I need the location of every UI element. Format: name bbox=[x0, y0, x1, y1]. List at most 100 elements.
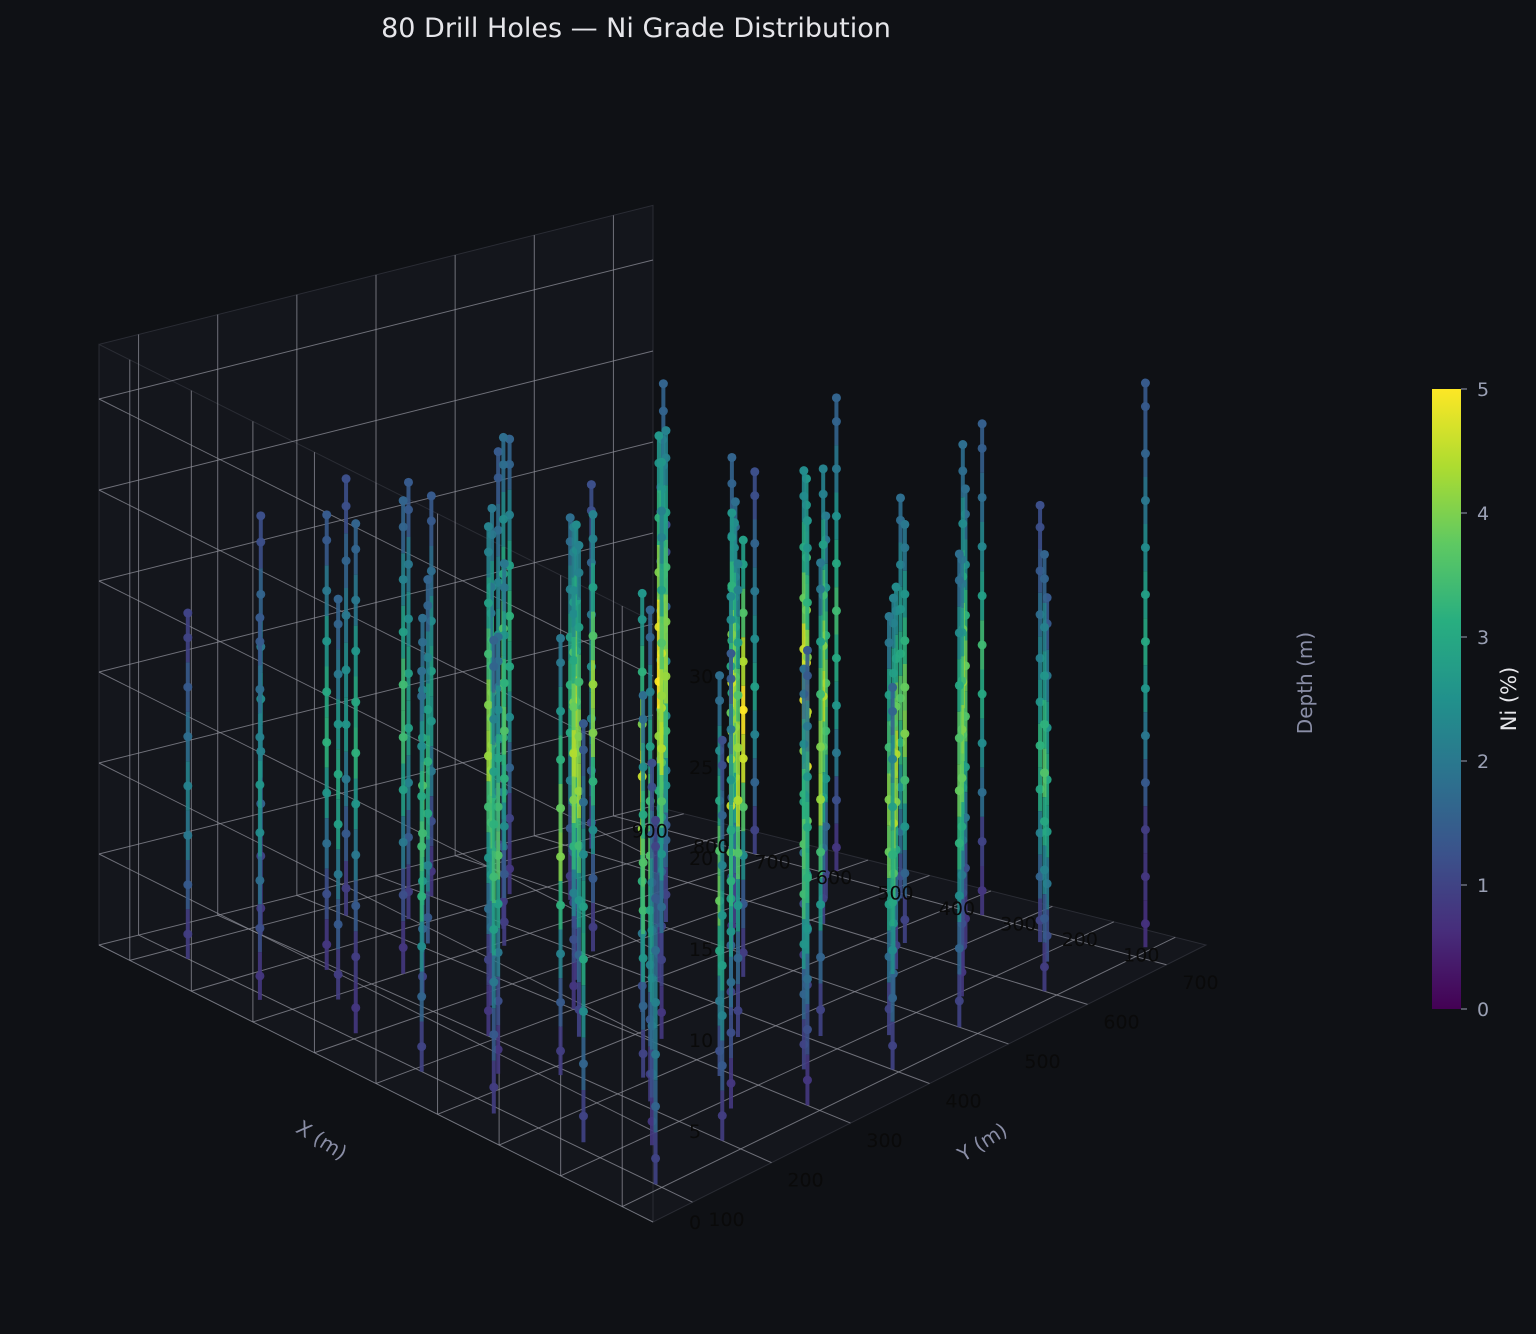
z-tick-label: 25 bbox=[689, 757, 713, 779]
assay-point bbox=[1140, 684, 1150, 694]
drill-hole-3d-scatter-chart: 80 Drill Holes — Ni Grade Distribution 1… bbox=[97, 13, 1521, 1234]
hole-collar-point bbox=[954, 549, 964, 559]
drill-hole bbox=[831, 393, 841, 872]
x-tick-label: 900 bbox=[632, 821, 668, 843]
assay-point bbox=[499, 678, 509, 688]
assay-point bbox=[726, 977, 736, 987]
hole-collar-point bbox=[637, 588, 647, 598]
hole-collar-point bbox=[818, 464, 828, 474]
assay-point bbox=[351, 544, 361, 554]
hole-collar-point bbox=[730, 497, 740, 507]
hole-collar-point bbox=[733, 559, 743, 569]
z-tick-label: 15 bbox=[689, 939, 713, 961]
assay-point bbox=[726, 1078, 736, 1088]
assay-point bbox=[578, 1006, 588, 1016]
assay-point bbox=[556, 852, 566, 862]
assay-point bbox=[556, 900, 566, 910]
assay-point bbox=[802, 1075, 812, 1085]
assay-point bbox=[578, 902, 588, 912]
assay-point bbox=[183, 633, 193, 643]
assay-point bbox=[1140, 637, 1150, 647]
assay-point bbox=[569, 609, 579, 619]
hole-collar-point bbox=[884, 611, 894, 621]
y-tick-label: 600 bbox=[1103, 1011, 1139, 1033]
assay-point bbox=[1039, 622, 1049, 632]
assay-point bbox=[717, 760, 727, 770]
assay-point bbox=[654, 458, 664, 468]
z-tick-label: 0 bbox=[689, 1212, 701, 1234]
assay-point bbox=[726, 1028, 736, 1038]
assay-point bbox=[255, 684, 265, 694]
assay-point bbox=[750, 777, 760, 787]
assay-point bbox=[569, 655, 579, 665]
assay-point bbox=[900, 775, 910, 785]
colorbar: 0 1 2 3 4 5 Ni (%) bbox=[1432, 379, 1521, 1021]
assay-point bbox=[333, 969, 343, 979]
assay-point bbox=[489, 767, 499, 777]
assay-point bbox=[398, 680, 408, 690]
assay-point bbox=[341, 501, 351, 511]
assay-point bbox=[657, 638, 667, 648]
assay-point bbox=[750, 825, 760, 835]
assay-point bbox=[954, 996, 964, 1006]
assay-point bbox=[900, 589, 910, 599]
assay-point bbox=[900, 729, 910, 739]
assay-point bbox=[647, 782, 657, 792]
assay-point bbox=[483, 853, 493, 863]
assay-point bbox=[726, 775, 736, 785]
assay-point bbox=[645, 687, 655, 697]
assay-point bbox=[322, 535, 332, 545]
assay-point bbox=[398, 522, 408, 532]
assay-point bbox=[657, 744, 667, 754]
assay-point bbox=[733, 585, 743, 595]
hole-collar-point bbox=[654, 431, 664, 441]
assay-point bbox=[255, 637, 265, 647]
assay-point bbox=[578, 745, 588, 755]
assay-point bbox=[638, 762, 648, 772]
hole-collar-point bbox=[1039, 549, 1049, 559]
assay-point bbox=[341, 829, 351, 839]
assay-point bbox=[351, 952, 361, 962]
hole-collar-point bbox=[1035, 500, 1045, 510]
assay-point bbox=[954, 575, 964, 585]
assay-point bbox=[398, 837, 408, 847]
chart-title: 80 Drill Holes — Ni Grade Distribution bbox=[381, 13, 891, 44]
assay-point bbox=[977, 443, 987, 453]
assay-point bbox=[657, 955, 667, 965]
assay-point bbox=[333, 869, 343, 879]
hole-collar-point bbox=[657, 506, 667, 516]
assay-point bbox=[499, 726, 509, 736]
hole-collar-point bbox=[493, 447, 503, 457]
x-tick-label: 100 bbox=[1123, 944, 1159, 966]
assay-point bbox=[977, 886, 987, 896]
assay-point bbox=[816, 847, 826, 857]
assay-point bbox=[483, 598, 493, 608]
assay-point bbox=[1140, 402, 1150, 412]
assay-point bbox=[183, 880, 193, 890]
assay-point bbox=[256, 589, 266, 599]
assay-point bbox=[578, 1059, 588, 1069]
assay-point bbox=[183, 781, 193, 791]
assay-point bbox=[888, 802, 898, 812]
assay-point bbox=[651, 1101, 661, 1111]
assay-point bbox=[738, 608, 748, 618]
assay-point bbox=[351, 697, 361, 707]
assay-point bbox=[341, 719, 351, 729]
hole-collar-point bbox=[256, 511, 266, 521]
assay-point bbox=[802, 974, 812, 984]
assay-point bbox=[578, 849, 588, 859]
assay-point bbox=[489, 872, 499, 882]
assay-point bbox=[493, 473, 503, 483]
hole-collar-point bbox=[888, 593, 898, 603]
assay-point bbox=[733, 848, 743, 858]
assay-point bbox=[726, 927, 736, 937]
assay-point bbox=[423, 809, 433, 819]
assay-point bbox=[423, 705, 433, 715]
assay-point bbox=[1039, 865, 1049, 875]
hole-collar-point bbox=[802, 645, 812, 655]
z-tick-label: 10 bbox=[689, 1030, 713, 1052]
x-tick-label: 400 bbox=[939, 898, 975, 920]
assay-point bbox=[1039, 671, 1049, 681]
hole-collar-point bbox=[977, 419, 987, 429]
assay-point bbox=[900, 822, 910, 832]
